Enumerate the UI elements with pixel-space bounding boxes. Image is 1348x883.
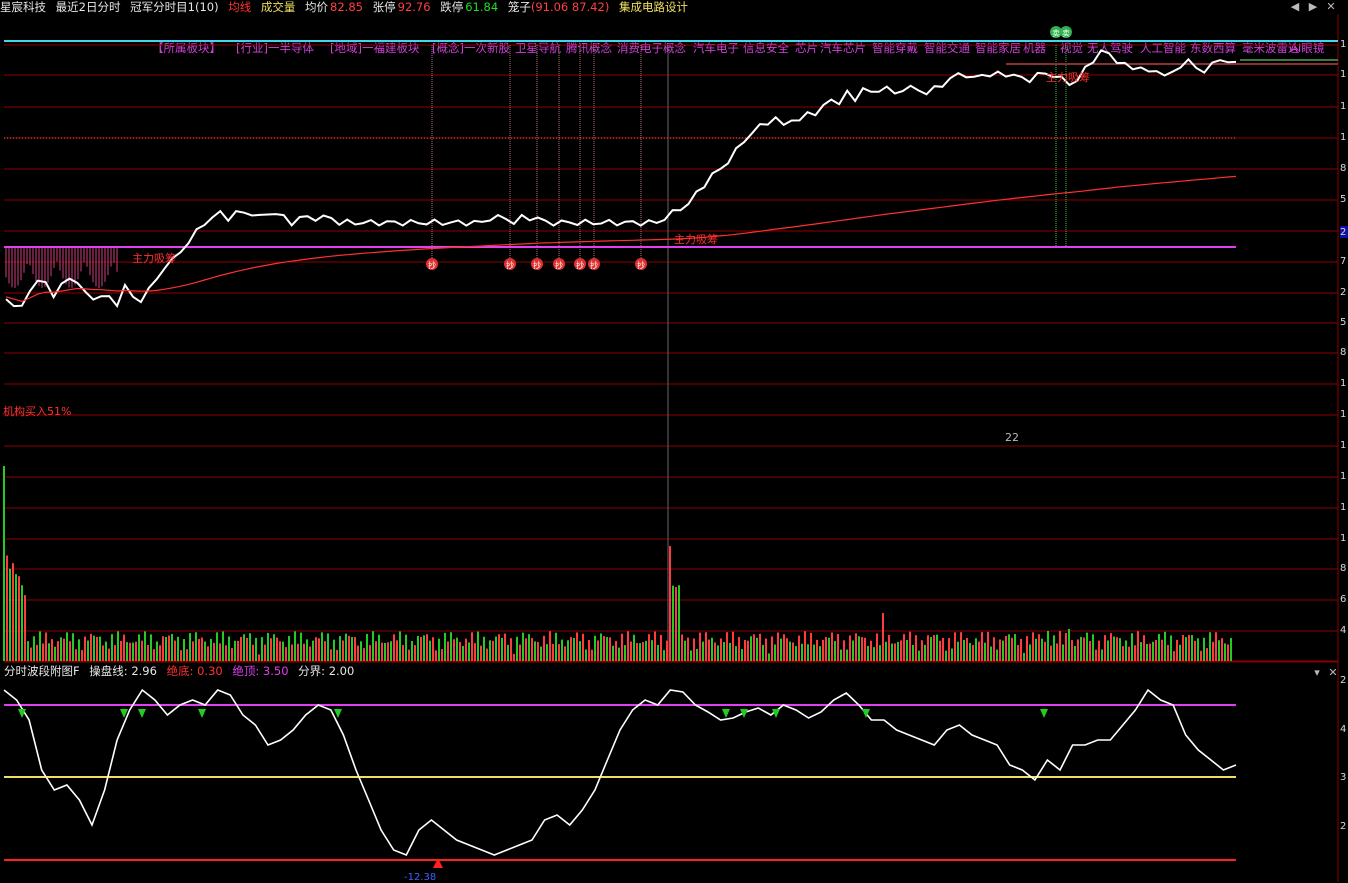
- osc-menu-icon[interactable]: ▾: [1310, 666, 1324, 680]
- buy-signal-text: 抄: [576, 260, 584, 270]
- buy-signal-text: 抄: [506, 260, 514, 270]
- osc-divide-value: 2.00: [328, 664, 355, 678]
- axis-tick-label: 1: [1340, 378, 1347, 389]
- annot-count: 22: [1005, 431, 1019, 444]
- axis-tick-label: 8: [1340, 563, 1347, 574]
- axis-tick-label: 1: [1340, 39, 1347, 50]
- osc-title[interactable]: 分时波段附图F: [4, 664, 80, 678]
- axis-tick-label: 2: [1340, 675, 1347, 686]
- buy-signal-text: 抄: [555, 260, 563, 270]
- annot-main-force-2: 主力吸筹: [674, 233, 718, 246]
- osc-sell-arrow: [334, 709, 342, 718]
- annot-main-force-1: 主力吸筹: [132, 252, 176, 265]
- axis-tick-label: 5: [1340, 194, 1347, 205]
- chart-canvas: 抄抄抄抄抄抄抄卖卖: [3, 14, 1348, 882]
- axis-tick-label: 4: [1340, 724, 1347, 735]
- axis-tick-label: 1: [1340, 409, 1347, 420]
- axis-tick-label: 6: [1340, 594, 1347, 605]
- osc-divide-label: 分界:: [298, 664, 326, 678]
- price-line: [5, 49, 1237, 309]
- axis-tick-label: 1: [1340, 502, 1347, 513]
- osc-op-label: 操盘线:: [89, 664, 128, 678]
- axis-tick-label: 2: [1340, 227, 1347, 238]
- osc-sell-arrow: [1040, 709, 1048, 718]
- osc-sell-arrow: [198, 709, 206, 718]
- axis-tick-label: 7: [1340, 256, 1347, 267]
- axis-tick-label: 2: [1340, 287, 1347, 298]
- axis-tick-label: 3: [1340, 772, 1347, 783]
- axis-tick-label: 8: [1340, 347, 1347, 358]
- osc-sell-arrow: [722, 709, 730, 718]
- osc-top-value: 3.50: [262, 664, 289, 678]
- oscillator-header: 分时波段附图F 操盘线: 2.96 绝底: 0.30 绝顶: 3.50 分界: …: [4, 664, 354, 678]
- annot-institution: 机构买入51%: [3, 405, 72, 418]
- buy-signal-text: 抄: [590, 260, 598, 270]
- osc-bottom-label: 绝底:: [166, 664, 194, 678]
- osc-close-icon[interactable]: ✕: [1326, 666, 1340, 680]
- axis-tick-label: 5: [1340, 317, 1347, 328]
- sell-signal-text: 卖: [1062, 29, 1070, 38]
- buy-signal-text: 抄: [428, 260, 436, 270]
- buy-signal-text: 抄: [533, 260, 541, 270]
- axis-tick-label: 4: [1340, 625, 1347, 636]
- axis-tick-label: 1: [1340, 471, 1347, 482]
- osc-bottom-value: 0.30: [197, 664, 223, 678]
- annot-osc-bottom: -12.38: [404, 872, 437, 883]
- osc-top-label: 绝顶:: [232, 664, 260, 678]
- axis-tick-label: 1: [1340, 132, 1347, 143]
- osc-sell-arrow: [138, 709, 146, 718]
- sell-signal-text: 卖: [1052, 29, 1060, 38]
- axis-tick-label: 1: [1340, 101, 1347, 112]
- axis-tick-label: 2: [1340, 821, 1347, 832]
- axis-tick-label: 1: [1340, 69, 1347, 80]
- annot-main-force-3: 主力吸筹: [1046, 71, 1090, 84]
- osc-op-value: 2.96: [131, 664, 157, 678]
- axis-tick-label: 8: [1340, 163, 1347, 174]
- oscillator-line: [3, 688, 1237, 857]
- axis-tick-label: 1: [1340, 440, 1347, 451]
- axis-tick-label: 1: [1340, 533, 1347, 544]
- buy-signal-text: 抄: [637, 260, 645, 270]
